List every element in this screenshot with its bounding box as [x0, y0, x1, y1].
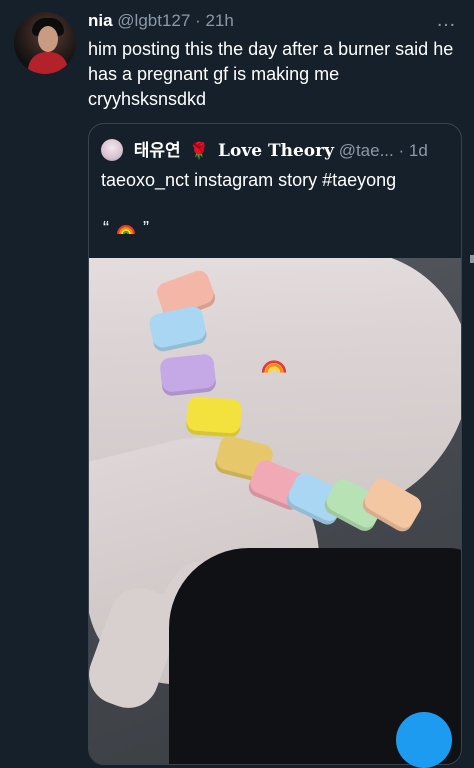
- quote-open: “: [103, 218, 109, 238]
- scrollbar-thumb[interactable]: [470, 255, 474, 263]
- separator: ·: [195, 11, 201, 30]
- bracelet-bead: [159, 353, 217, 397]
- attached-photo[interactable]: [89, 258, 461, 764]
- quoted-tweet-time: 1d: [408, 141, 428, 160]
- quoted-tweet-text: taeoxo_nct instagram story #taeyong: [101, 170, 397, 190]
- quote-close: ”: [143, 218, 150, 238]
- quoted-tweet-header: 태유연 🌹 Love Theory @tae... · 1d: [101, 136, 451, 162]
- avatar-face: [38, 26, 58, 52]
- quoted-user-avatar: [101, 139, 123, 161]
- quoted-user-handle: @tae...: [338, 141, 394, 160]
- rainbow-sticker-icon: [261, 360, 287, 373]
- quoted-separator: ·: [398, 141, 405, 160]
- rainbow-icon: [117, 225, 136, 235]
- tweet-time[interactable]: 21h: [205, 11, 233, 30]
- user-handle[interactable]: @lgbt127: [117, 11, 190, 30]
- tweet-header: nia @lgbt127 · 21h: [88, 11, 434, 35]
- rose-icon: 🌹: [189, 143, 210, 160]
- avatar-shirt: [28, 52, 68, 74]
- user-avatar[interactable]: [14, 12, 76, 74]
- quoted-tweet-card[interactable]: 태유연 🌹 Love Theory @tae... · 1d taeoxo_nc…: [88, 123, 462, 765]
- quoted-display-name-ko: 태유연: [133, 141, 181, 160]
- quoted-display-name-en: Love Theory: [218, 141, 334, 161]
- display-name[interactable]: nia: [88, 11, 113, 30]
- quoted-tweet-emoji-line: “ ”: [103, 218, 149, 239]
- bracelet-bead: [185, 396, 243, 438]
- compose-tweet-button[interactable]: [396, 712, 452, 768]
- more-options-icon[interactable]: …: [436, 10, 456, 34]
- tweet-text: him posting this the day after a burner …: [88, 39, 454, 109]
